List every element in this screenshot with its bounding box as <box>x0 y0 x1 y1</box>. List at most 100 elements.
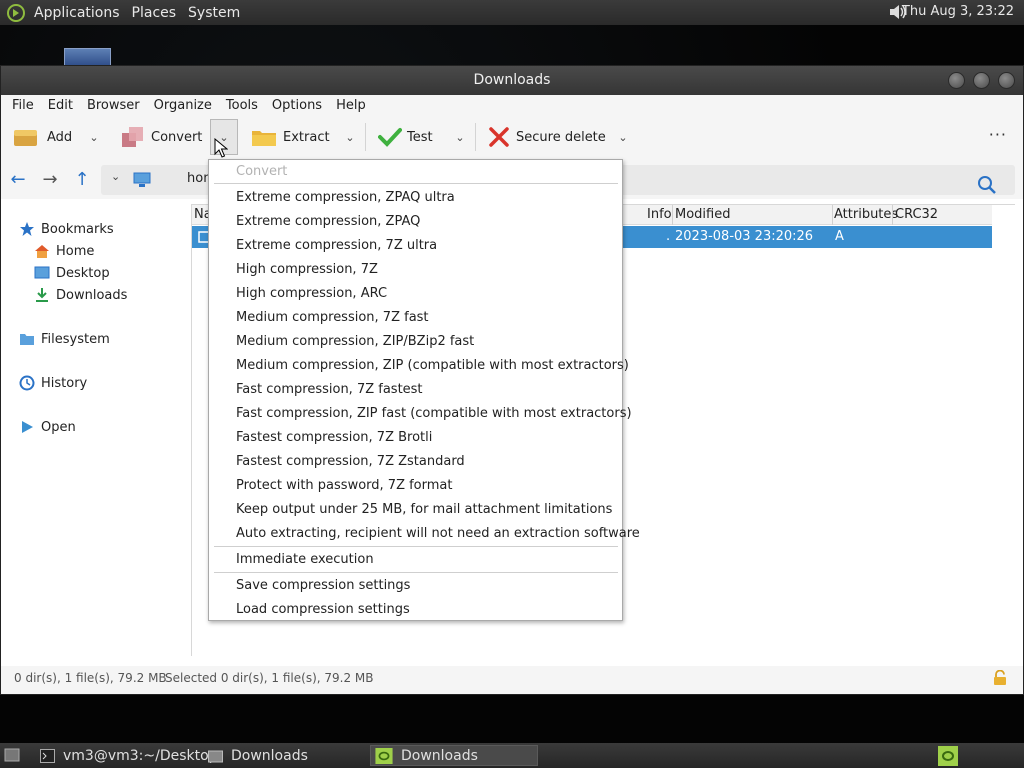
menu-item-zip-fast[interactable]: Fast compression, ZIP fast (compatible w… <box>236 404 632 424</box>
cell-modified: 2023-08-03 23:20:26 <box>675 229 814 244</box>
menu-item-under-25mb[interactable]: Keep output under 25 MB, for mail attach… <box>236 500 612 520</box>
taskbar: vm3@vm3:~/Desktop Downloads Downloads <box>0 743 1024 768</box>
column-divider[interactable] <box>672 205 673 225</box>
menu-help[interactable]: Help <box>329 98 373 113</box>
menu-item-7z-ultra[interactable]: Extreme compression, 7Z ultra <box>236 236 437 256</box>
menu-separator <box>214 546 618 547</box>
more-options-button[interactable]: ··· <box>989 125 1007 144</box>
status-selection: Selected 0 dir(s), 1 file(s), 79.2 MB <box>165 671 374 685</box>
menu-tools[interactable]: Tools <box>219 98 265 113</box>
places-menu[interactable]: Places <box>126 5 183 21</box>
menu-item-password-7z[interactable]: Protect with password, 7Z format <box>236 476 452 496</box>
download-icon <box>36 288 48 302</box>
maximize-button[interactable] <box>973 72 990 89</box>
star-icon <box>20 222 34 236</box>
peazip-tray-icon[interactable] <box>938 746 958 766</box>
add-dropdown-arrow[interactable]: ⌄ <box>83 125 105 149</box>
test-dropdown-arrow[interactable]: ⌄ <box>449 125 471 149</box>
add-button[interactable]: Add <box>13 125 72 149</box>
add-archive-icon <box>14 130 37 146</box>
extract-dropdown-arrow[interactable]: ⌄ <box>339 125 361 149</box>
menu-options[interactable]: Options <box>265 98 329 113</box>
menu-item-load-settings[interactable]: Load compression settings <box>236 600 410 620</box>
test-button[interactable]: Test <box>378 125 433 149</box>
menu-item-immediate-execution[interactable]: Immediate execution <box>236 550 374 570</box>
sidebar-item-history[interactable]: History <box>19 375 87 391</box>
menu-file[interactable]: File <box>5 98 41 113</box>
sidebar: Bookmarks Home Desktop Downloads Filesys… <box>1 199 191 656</box>
system-menu[interactable]: System <box>182 5 246 21</box>
sidebar-item-desktop[interactable]: Desktop <box>34 265 110 281</box>
sidebar-item-downloads[interactable]: Downloads <box>34 287 127 303</box>
toolbar: Add ⌄ Convert ⌄ Extract ⌄ Test ⌄ Secure … <box>1 115 1023 161</box>
up-arrow-icon[interactable]: ↑ <box>71 169 93 191</box>
task-downloads-app[interactable]: Downloads <box>370 745 538 766</box>
status-bar: 0 dir(s), 1 file(s), 79.2 MB Selected 0 … <box>1 666 1023 694</box>
forward-arrow-icon[interactable]: → <box>39 169 61 191</box>
folder-icon <box>20 334 34 345</box>
dropdown-header: Convert <box>236 164 288 179</box>
convert-dropdown-menu: Convert Extreme compression, ZPAQ ultra … <box>208 159 640 621</box>
convert-button[interactable]: Convert <box>121 125 202 149</box>
mint-logo-icon[interactable] <box>6 3 26 23</box>
column-header-attributes[interactable]: Attributes <box>834 207 898 222</box>
close-button[interactable] <box>998 72 1015 89</box>
column-header-modified[interactable]: Modified <box>675 207 730 222</box>
menu-item-auto-extracting[interactable]: Auto extracting, recipient will not need… <box>236 524 640 544</box>
sidebar-item-bookmarks[interactable]: Bookmarks <box>19 221 114 237</box>
extract-button[interactable]: Extract <box>251 125 330 149</box>
sidebar-item-filesystem[interactable]: Filesystem <box>19 331 110 347</box>
column-divider[interactable] <box>832 205 833 225</box>
menu-item-save-settings[interactable]: Save compression settings <box>236 576 410 596</box>
secure-delete-dropdown-arrow[interactable]: ⌄ <box>612 125 634 149</box>
menu-separator <box>214 572 618 573</box>
home-icon <box>35 245 49 258</box>
clock[interactable]: Thu Aug 3, 23:22 <box>902 4 1014 19</box>
task-terminal[interactable]: vm3@vm3:~/Desktop <box>40 745 218 766</box>
menu-item-7z-brotli[interactable]: Fastest compression, 7Z Brotli <box>236 428 432 448</box>
menu-item-zpaq-ultra[interactable]: Extreme compression, ZPAQ ultra <box>236 188 455 208</box>
peazip-icon <box>375 747 393 764</box>
desktop-icon <box>34 266 50 279</box>
menu-item-arc-high[interactable]: High compression, ARC <box>236 284 387 304</box>
secure-delete-button[interactable]: Secure delete <box>488 125 606 149</box>
menu-browser[interactable]: Browser <box>80 98 147 113</box>
column-header-crc32[interactable]: CRC32 <box>895 207 938 222</box>
minimize-button[interactable] <box>948 72 965 89</box>
show-desktop-icon[interactable] <box>4 748 20 762</box>
test-label: Test <box>407 129 433 145</box>
task-label: Downloads <box>401 747 478 764</box>
history-icon <box>19 375 35 391</box>
extract-folder-icon <box>252 131 276 146</box>
menu-item-zip-medium[interactable]: Medium compression, ZIP (compatible with… <box>236 356 629 376</box>
menu-item-7z-fast[interactable]: Medium compression, 7Z fast <box>236 308 429 328</box>
column-header-info[interactable]: Info <box>647 207 672 222</box>
menu-edit[interactable]: Edit <box>41 98 80 113</box>
secure-delete-label: Secure delete <box>516 129 606 145</box>
menu-item-zpaq[interactable]: Extreme compression, ZPAQ <box>236 212 420 232</box>
menu-item-7z-fastest[interactable]: Fast compression, 7Z fastest <box>236 380 423 400</box>
column-divider[interactable] <box>892 205 893 225</box>
menu-organize[interactable]: Organize <box>147 98 219 113</box>
search-icon[interactable] <box>977 175 997 195</box>
applications-menu[interactable]: Applications <box>28 5 126 21</box>
terminal-icon <box>40 748 55 763</box>
sidebar-item-open[interactable]: Open <box>19 419 76 435</box>
menu-item-zip-bzip2-fast[interactable]: Medium compression, ZIP/BZip2 fast <box>236 332 474 352</box>
lock-icon[interactable] <box>993 670 1007 686</box>
task-downloads-folder[interactable]: Downloads <box>208 745 308 766</box>
computer-icon[interactable] <box>133 172 151 188</box>
back-arrow-icon[interactable]: ← <box>7 169 29 191</box>
path-history-chevron-icon[interactable]: ⌄ <box>111 170 120 183</box>
task-label: vm3@vm3:~/Desktop <box>63 747 218 764</box>
convert-icon <box>122 127 143 147</box>
menu-item-7z-zstandard[interactable]: Fastest compression, 7Z Zstandard <box>236 452 465 472</box>
menu-item-7z-high[interactable]: High compression, 7Z <box>236 260 378 280</box>
folder-icon <box>208 750 223 762</box>
window-titlebar[interactable]: Downloads <box>1 66 1023 95</box>
task-label: Downloads <box>231 747 308 764</box>
sidebar-item-home[interactable]: Home <box>34 243 94 259</box>
convert-label: Convert <box>151 129 203 145</box>
window-title: Downloads <box>473 72 551 88</box>
menubar: File Edit Browser Organize Tools Options… <box>1 95 1023 115</box>
